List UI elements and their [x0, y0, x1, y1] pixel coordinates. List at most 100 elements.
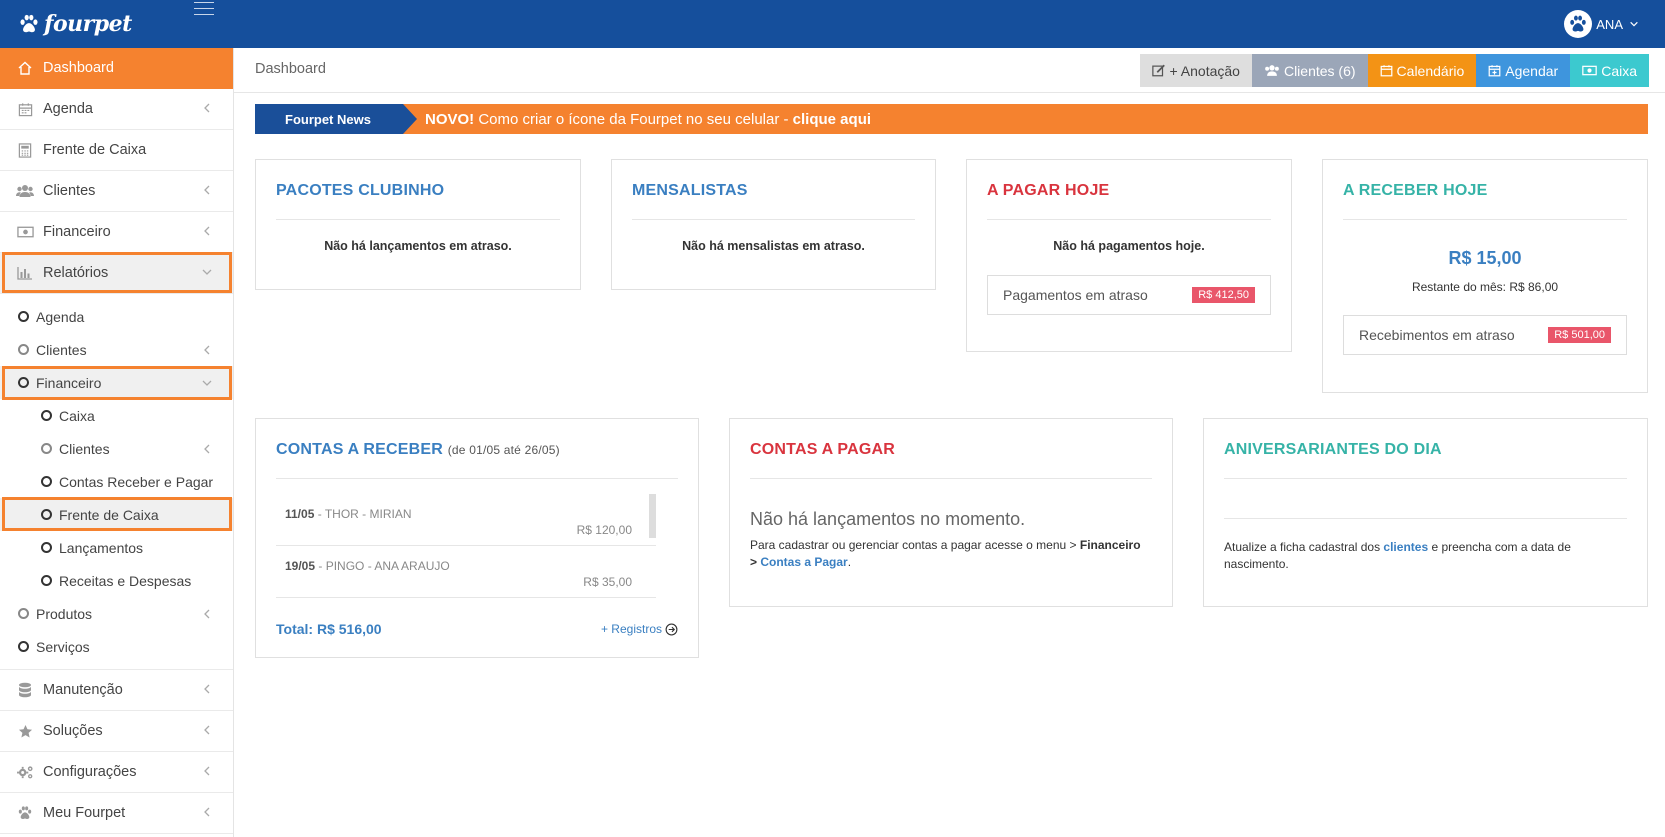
submenu-item-financeiro[interactable]: Financeiro	[0, 366, 233, 399]
help-period: .	[847, 555, 852, 569]
submenu-item-financeiro-clientes[interactable]: Clientes	[0, 432, 233, 465]
chevron-left-icon	[201, 184, 213, 196]
agendar-button[interactable]: Agendar	[1476, 54, 1571, 87]
sidebar-item-configuracoes[interactable]: Configurações	[0, 752, 233, 793]
contas-a-pagar-link[interactable]: Contas a Pagar	[760, 555, 847, 569]
more-records-label: + Registros	[600, 622, 662, 636]
chevron-left-icon	[201, 806, 213, 818]
submenu-item-servicos[interactable]: Serviços	[0, 630, 233, 663]
chevron-down-icon	[201, 377, 213, 389]
list-item[interactable]: 19/05 - PINGO - ANA ARAUJO R$ 35,00	[276, 546, 656, 598]
home-icon	[16, 60, 34, 76]
sidebar-item-label: Agenda	[43, 101, 93, 117]
calendar-icon	[1380, 65, 1392, 77]
pagamentos-em-atraso-row[interactable]: Pagamentos em atraso R$ 412,50	[987, 275, 1271, 315]
top-navbar: fourpet ANA	[0, 0, 1665, 48]
circle-icon	[41, 575, 52, 586]
submenu-item-receitas-despesas[interactable]: Receitas e Despesas	[0, 564, 233, 597]
bar-chart-icon	[16, 265, 34, 281]
mensalistas-card: MENSALISTAS Não há mensalistas em atraso…	[611, 159, 936, 290]
content-header: Dashboard + Anotação Clientes (6) Calend…	[234, 48, 1665, 93]
sidebar-item-manutencao[interactable]: Manutenção	[0, 670, 233, 711]
circle-icon	[41, 410, 52, 421]
news-link[interactable]: NOVO! Como criar o ícone da Fourpet no s…	[425, 111, 871, 128]
relatorios-submenu: Agenda Clientes Financeiro Caixa Cliente…	[0, 294, 233, 670]
more-records-link[interactable]: + Registros	[601, 622, 678, 636]
list-scrollbar[interactable]	[649, 494, 656, 538]
sidebar-item-label: Financeiro	[43, 224, 111, 240]
submenu-item-label: Agenda	[36, 308, 85, 325]
user-menu[interactable]: ANA	[1564, 10, 1639, 38]
overdue-badge: R$ 412,50	[1192, 287, 1255, 303]
card-title: A PAGAR HOJE	[987, 182, 1110, 199]
sidebar-item-meu-fourpet[interactable]: Meu Fourpet	[0, 793, 233, 834]
user-avatar	[1564, 10, 1593, 38]
circle-icon	[41, 476, 52, 487]
circle-icon	[18, 344, 29, 355]
anotacao-label: + Anotação	[1169, 62, 1240, 79]
caixa-button[interactable]: Caixa	[1570, 54, 1649, 87]
recebimentos-em-atraso-row[interactable]: Recebimentos em atraso R$ 501,00	[1343, 315, 1627, 355]
empty-message: Não há lançamentos em atraso.	[324, 239, 512, 253]
sidebar-item-agenda[interactable]: Agenda	[0, 89, 233, 130]
logo-text: fourpet	[44, 11, 132, 37]
submenu-item-produtos[interactable]: Produtos	[0, 597, 233, 630]
card-title-text: CONTAS A RECEBER	[276, 441, 444, 458]
sidebar-item-financeiro[interactable]: Financeiro	[0, 212, 233, 253]
news-tag-arrow	[403, 104, 417, 134]
sidebar-item-solucoes[interactable]: Soluções	[0, 711, 233, 752]
clientes-button[interactable]: Clientes (6)	[1251, 54, 1368, 87]
sidebar-item-label: Soluções	[43, 723, 103, 739]
sidebar-item-clientes[interactable]: Clientes	[0, 171, 233, 212]
sidebar-item-label: Manutenção	[43, 682, 123, 698]
item-text: - PINGO - ANA ARAUJO	[315, 559, 450, 573]
users-icon	[1265, 65, 1279, 76]
submenu-item-contas-receber-pagar[interactable]: Contas Receber e Pagar	[0, 465, 233, 498]
clientes-label: Clientes (6)	[1283, 62, 1356, 79]
calendario-button[interactable]: Calendário	[1367, 54, 1477, 87]
item-description: 11/05 - THOR - MIRIAN	[285, 507, 411, 521]
user-name: ANA	[1596, 16, 1623, 32]
item-date: 19/05	[285, 559, 316, 573]
aniversariantes-card: ANIVERSARIANTES DO DIA Atualize a ficha …	[1203, 418, 1648, 607]
menu-toggle-icon[interactable]	[194, 2, 214, 18]
breadcrumb: Dashboard	[255, 61, 326, 77]
receivables-list: 11/05 - THOR - MIRIAN R$ 120,00 19/05 - …	[276, 494, 656, 599]
submenu-item-caixa[interactable]: Caixa	[0, 399, 233, 432]
submenu-item-agenda[interactable]: Agenda	[0, 300, 233, 333]
submenu-item-lancamentos[interactable]: Lançamentos	[0, 531, 233, 564]
sidebar-item-label: Frente de Caixa	[43, 142, 147, 158]
sidebar-item-frente-de-caixa[interactable]: Frente de Caixa	[0, 130, 233, 171]
card-title: CONTAS A RECEBER (de 01/05 até 26/05)	[276, 441, 560, 459]
star-icon	[16, 723, 34, 739]
paw-icon	[16, 805, 34, 821]
card-divider	[987, 219, 1271, 220]
sidebar: Dashboard Agenda Frente de Caixa Cliente…	[0, 48, 234, 837]
paw-avatar-icon	[1568, 14, 1588, 34]
restante-do-mes: Restante do mês: R$ 86,00	[1411, 280, 1559, 294]
item-amount: R$ 120,00	[576, 523, 632, 537]
clientes-link[interactable]: clientes	[1383, 540, 1428, 554]
card-divider	[1224, 518, 1627, 519]
chevron-down-icon	[201, 266, 213, 278]
database-icon	[16, 682, 34, 698]
item-description: 19/05 - PINGO - ANA ARAUJO	[285, 559, 450, 573]
sidebar-item-label: Configurações	[43, 764, 137, 780]
submenu-item-clientes[interactable]: Clientes	[0, 333, 233, 366]
arrow-circle-right-icon	[665, 623, 678, 635]
pacotes-clubinho-card: PACOTES CLUBINHO Não há lançamentos em a…	[255, 159, 581, 290]
sidebar-item-dashboard[interactable]: Dashboard	[0, 48, 233, 89]
card-title: PACOTES CLUBINHO	[276, 182, 445, 199]
fourpet-logo[interactable]: fourpet	[18, 10, 132, 38]
overdue-badge: R$ 501,00	[1548, 327, 1611, 343]
item-text: - THOR - MIRIAN	[314, 507, 412, 521]
calendario-label: Calendário	[1396, 62, 1465, 79]
sidebar-item-relatorios[interactable]: Relatórios	[0, 253, 233, 294]
sidebar-item-label: Meu Fourpet	[43, 805, 126, 821]
chevron-left-icon	[201, 724, 213, 736]
submenu-item-frente-de-caixa[interactable]: Frente de Caixa	[0, 498, 233, 531]
chevron-left-icon	[201, 344, 213, 356]
submenu-item-label: Produtos	[36, 605, 93, 622]
anotacao-button[interactable]: + Anotação	[1139, 54, 1252, 87]
list-item[interactable]: 11/05 - THOR - MIRIAN R$ 120,00	[276, 494, 656, 546]
